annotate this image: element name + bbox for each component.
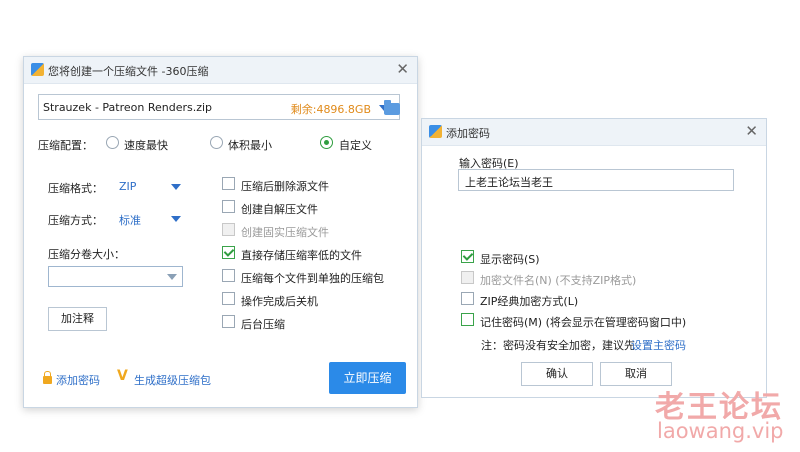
radio-custom-label: 自定义 xyxy=(339,139,372,152)
password-title: 添加密码 xyxy=(446,127,490,140)
radio-fastest-label: 速度最快 xyxy=(124,139,168,152)
add-comment-button[interactable]: 加注释 xyxy=(48,307,107,331)
encrypt-names-label: 加密文件名(N) (不支持ZIP格式) xyxy=(480,274,637,287)
option-sfx-label: 创建自解压文件 xyxy=(241,203,318,216)
option-shutdown-label: 操作完成后关机 xyxy=(241,295,318,308)
set-master-password-link[interactable]: 设置主密码 xyxy=(631,337,686,353)
password-titlebar: 添加密码 ✕ xyxy=(422,119,766,146)
option-solid-label: 创建固实压缩文件 xyxy=(241,226,329,239)
close-icon[interactable]: ✕ xyxy=(396,60,409,78)
option-separate-archives-label: 压缩每个文件到单独的压缩包 xyxy=(241,272,384,285)
zip-classic-label: ZIP经典加密方式(L) xyxy=(480,295,579,308)
file-name-text: Strauzek - Patreon Renders.zip xyxy=(43,101,213,114)
show-password-label: 显示密码(S) xyxy=(480,253,540,266)
password-app-icon xyxy=(429,125,442,138)
format-select[interactable]: ZIP xyxy=(119,180,136,193)
remember-password-label: 记住密码(M) (将会显示在管理密码窗口中) xyxy=(480,316,687,329)
free-space-text: 剩余:4896.8GB xyxy=(290,103,371,116)
remember-password-checkbox[interactable] xyxy=(461,313,474,326)
compress-now-button[interactable]: 立即压缩 xyxy=(329,362,406,394)
option-background-label: 后台压缩 xyxy=(241,318,285,331)
option-delete-source-checkbox[interactable] xyxy=(222,177,235,190)
option-store-low-ratio-checkbox[interactable] xyxy=(222,246,235,259)
compress-dialog: 您将创建一个压缩文件 -360压缩 ✕ Strauzek - Patreon R… xyxy=(23,56,418,408)
radio-smallest-label: 体积最小 xyxy=(228,139,272,152)
super-package-link[interactable]: 生成超级压缩包 xyxy=(134,372,211,388)
format-label: 压缩格式： xyxy=(48,182,103,195)
option-delete-source-label: 压缩后删除源文件 xyxy=(241,180,329,193)
split-label: 压缩分卷大小： xyxy=(48,248,125,261)
encrypt-names-checkbox xyxy=(461,271,474,284)
password-dialog: 添加密码 ✕ 输入密码(E) 上老王论坛当老王 显示密码(S) 加密文件名(N)… xyxy=(421,118,767,398)
format-chevron-down-icon[interactable] xyxy=(171,184,181,190)
radio-fastest[interactable] xyxy=(106,136,119,149)
radio-custom[interactable] xyxy=(320,136,333,149)
zip-classic-checkbox[interactable] xyxy=(461,292,474,305)
split-size-combo[interactable] xyxy=(48,266,183,287)
watermark-url: laowang.vip xyxy=(657,419,784,443)
option-background-checkbox[interactable] xyxy=(222,315,235,328)
method-chevron-down-icon[interactable] xyxy=(171,216,181,222)
radio-smallest[interactable] xyxy=(210,136,223,149)
v-badge-icon: V xyxy=(117,368,128,384)
file-path-field[interactable]: Strauzek - Patreon Renders.zip 剩余:4896.8… xyxy=(38,94,400,120)
add-password-link[interactable]: 添加密码 xyxy=(56,372,100,388)
compress-title: 您将创建一个压缩文件 -360压缩 xyxy=(48,65,209,78)
password-note: 注：密码没有安全加密，建议先 xyxy=(481,339,635,352)
config-label: 压缩配置： xyxy=(38,139,93,152)
option-separate-archives-checkbox[interactable] xyxy=(222,269,235,282)
lock-icon xyxy=(43,371,52,384)
method-label: 压缩方式： xyxy=(48,214,103,227)
option-shutdown-checkbox[interactable] xyxy=(222,292,235,305)
split-chevron-down-icon[interactable] xyxy=(167,274,177,280)
password-input[interactable]: 上老王论坛当老王 xyxy=(458,169,734,191)
app-360-icon xyxy=(31,63,44,76)
folder-icon[interactable] xyxy=(384,100,400,115)
method-select[interactable]: 标准 xyxy=(119,212,141,228)
show-password-checkbox[interactable] xyxy=(461,250,474,263)
option-sfx-checkbox[interactable] xyxy=(222,200,235,213)
option-solid-checkbox xyxy=(222,223,235,236)
compress-titlebar: 您将创建一个压缩文件 -360压缩 ✕ xyxy=(24,57,417,84)
option-store-low-ratio-label: 直接存储压缩率低的文件 xyxy=(241,249,362,262)
password-close-icon[interactable]: ✕ xyxy=(745,122,758,140)
ok-button[interactable]: 确认 xyxy=(521,362,593,386)
